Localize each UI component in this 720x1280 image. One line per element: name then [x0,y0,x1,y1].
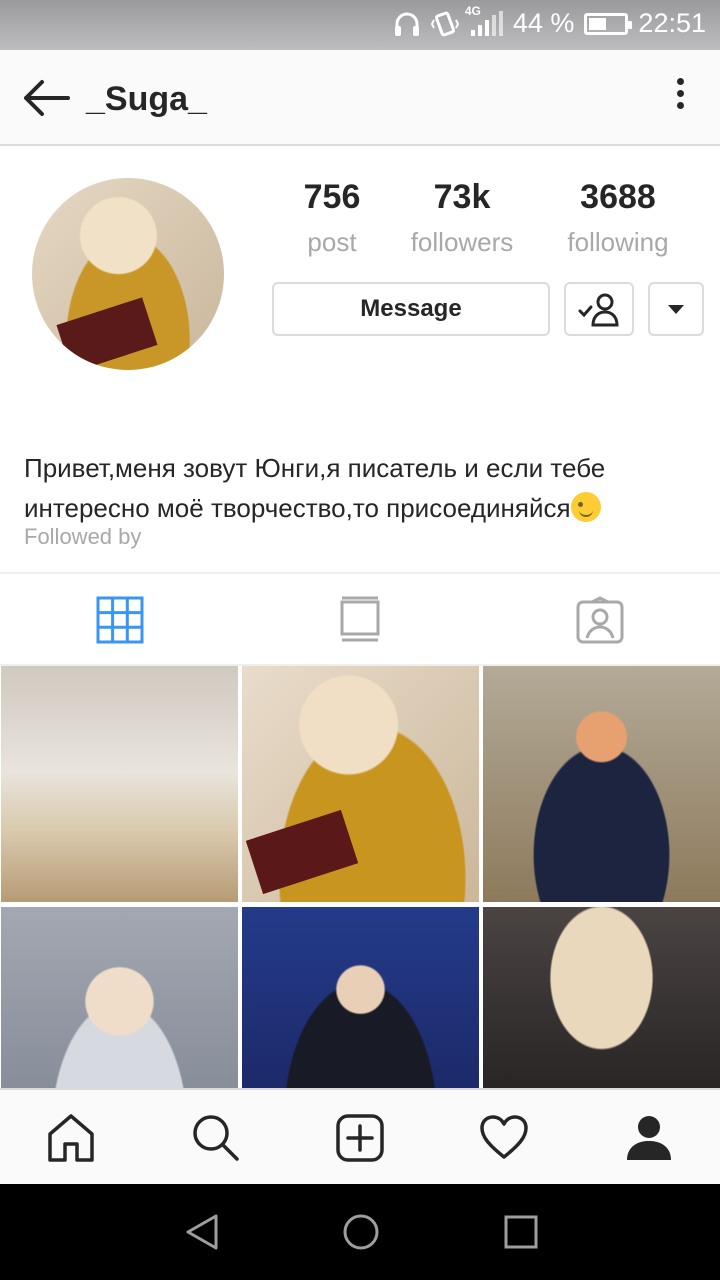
followed-by-label[interactable]: Followed by [24,524,141,550]
profile-username: _Suga_ [86,80,207,118]
stat-followers-label: followers [410,227,514,257]
profile-bio: Привет,меня зовут Юнги,я писатель и если… [24,448,704,528]
photo-2-book-detail [245,809,359,895]
battery-level [589,17,607,30]
stat-posts[interactable]: 756 post [296,178,368,258]
stat-followers[interactable]: 73k followers [400,178,524,258]
profile-icon[interactable] [624,1112,674,1164]
headphones-icon [393,10,421,38]
photo-6[interactable] [483,907,720,1090]
add-post-icon[interactable] [335,1112,385,1164]
system-navigation-bar [0,1184,720,1280]
profile-tabs [0,572,720,666]
stat-following-label: following [567,227,669,257]
stat-posts-label: post [307,227,357,257]
wink-face-emoji [570,492,601,522]
instagram-profile-screen: 4G 44 % 22:51 _Suga_ 756 post 73k follow… [0,0,720,1280]
more-vertical-icon[interactable] [670,78,690,118]
photo-1[interactable] [1,666,238,902]
status-bar: 4G 44 % 22:51 [0,0,720,50]
back-arrow-icon[interactable] [20,78,74,118]
network-type: 4G [464,3,481,18]
photo-5[interactable] [242,907,479,1090]
recents-square-icon[interactable] [501,1212,541,1252]
avatar-book-detail [56,297,158,370]
signal-icon: 4G [465,4,503,38]
vibrate-icon [430,10,459,38]
bio-text: Привет,меня зовут Юнги,я писатель и если… [24,453,606,523]
home-icon[interactable] [46,1112,96,1164]
heart-icon[interactable] [479,1112,529,1164]
home-circle-icon[interactable] [341,1212,381,1252]
caret-down-icon[interactable] [648,282,704,336]
clock: 22:51 [638,8,706,38]
profile-header: _Suga_ [0,50,720,146]
photo-2[interactable] [242,666,479,902]
feed-list-icon[interactable] [336,596,384,644]
stat-followers-value: 73k [433,178,491,216]
search-icon[interactable] [190,1112,240,1164]
bottom-navigation [0,1088,720,1184]
stat-posts-value: 756 [303,178,361,216]
grid-icon[interactable] [96,596,144,644]
photo-4[interactable] [1,907,238,1090]
back-triangle-icon[interactable] [182,1212,222,1252]
tagged-person-icon[interactable] [576,596,624,644]
photo-grid [0,666,720,1090]
following-check-user-icon[interactable] [564,282,634,336]
stat-following-value: 3688 [580,178,656,216]
battery-percent: 44 % [512,8,575,38]
message-button[interactable]: Message [272,282,550,336]
profile-avatar[interactable] [32,178,224,370]
photo-3[interactable] [483,666,720,902]
stat-following[interactable]: 3688 following [556,178,680,258]
battery-icon [584,12,633,35]
